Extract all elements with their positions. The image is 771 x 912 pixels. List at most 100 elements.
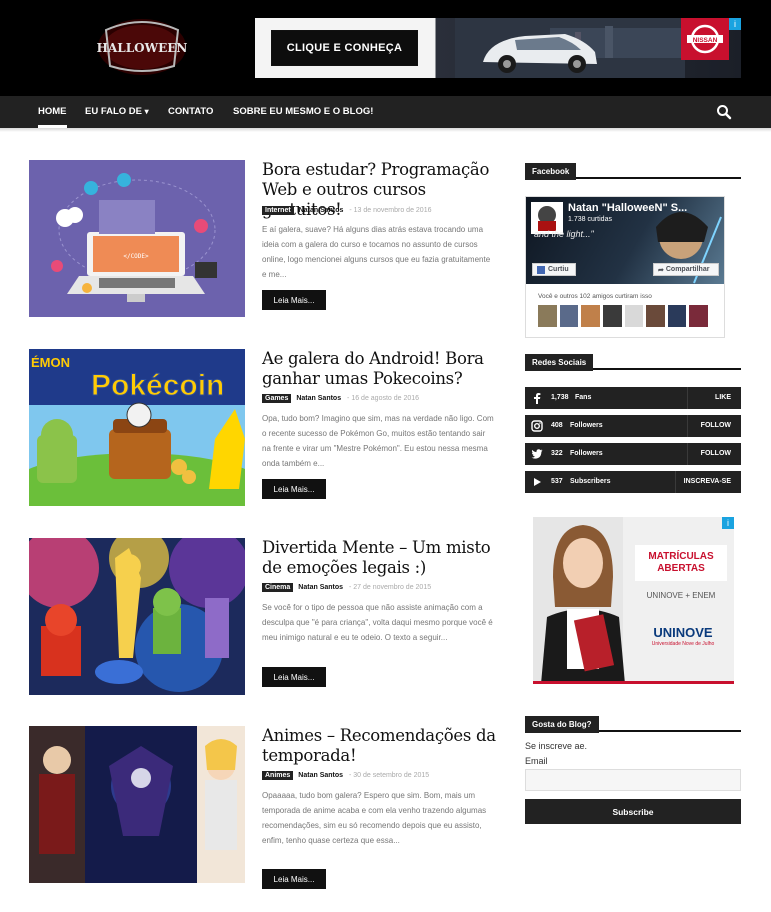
category-badge[interactable]: Internet <box>262 206 294 215</box>
nav-item-home[interactable]: HOME <box>38 96 67 128</box>
facebook-icon <box>537 265 545 274</box>
post-date: 30 de setembro de 2015 <box>353 772 430 779</box>
svg-text:ÉMON: ÉMON <box>31 355 70 370</box>
read-more-button[interactable]: Leia Mais... <box>262 869 326 889</box>
post-excerpt: E aí galera, suave? Há alguns dias atrás… <box>262 225 491 279</box>
post-item: </CODE> Bora estudar? Programação Web e … <box>29 160 494 320</box>
facebook-page-widget[interactable]: Natan "HalloweeN" S... 1.738 curtidas an… <box>525 196 725 338</box>
read-more-button[interactable]: Leia Mais... <box>262 667 326 687</box>
post-date: 27 de novembro de 2015 <box>353 584 432 591</box>
nissan-logo: NISSAN <box>681 18 729 60</box>
post-excerpt: Opa, tudo bom? Imagino que sim, mas na v… <box>262 414 494 468</box>
uninove-subtitle: Universidade Nove de Julho <box>651 641 715 647</box>
read-more-button[interactable]: Leia Mais... <box>262 479 326 499</box>
site-logo[interactable]: HALLOWEEN <box>96 16 188 78</box>
facebook-likes-count: 1.738 curtidas <box>568 216 612 223</box>
facebook-icon <box>531 392 543 404</box>
post-excerpt: Se você for o tipo de pessoa que não ass… <box>262 603 493 642</box>
svg-text:Pokécoin: Pokécoin <box>91 369 224 402</box>
category-badge[interactable]: Games <box>262 394 292 403</box>
facebook-page-name[interactable]: Natan "HalloweeN" S... <box>568 202 687 214</box>
facebook-cover: Natan "HalloweeN" S... 1.738 curtidas an… <box>526 197 724 284</box>
post-thumbnail[interactable]: ÉMON Pokécoin <box>29 349 245 506</box>
social-row-twitter[interactable]: 322 Followers FOLLOW <box>525 443 741 465</box>
ad-line: ABERTAS <box>657 563 705 574</box>
social-count: 322 <box>551 450 563 457</box>
header-ad-banner[interactable]: CLIQUE E CONHEÇA NISSAN i <box>255 18 741 78</box>
post-title[interactable]: Ae galera do Android! Bora ganhar umas P… <box>262 349 497 389</box>
widget-title-subscribe: Gosta do Blog? <box>525 714 741 733</box>
post-thumbnail[interactable] <box>29 726 245 883</box>
widget-title-social: Redes Sociais <box>525 352 741 371</box>
twitter-icon <box>531 448 543 460</box>
youtube-icon <box>531 476 543 488</box>
widget-title-label: Gosta do Blog? <box>525 716 599 733</box>
post-meta: Internet Natan Santos - 13 de novembro de… <box>262 206 432 215</box>
avatar[interactable] <box>667 305 687 327</box>
avatar[interactable] <box>646 305 665 327</box>
share-label: Compartilhar <box>665 266 710 273</box>
read-more-button[interactable]: Leia Mais... <box>262 290 326 310</box>
post-date: 16 de agosto de 2016 <box>351 395 420 402</box>
social-label: Subscribers <box>570 478 611 485</box>
social-action-button[interactable]: LIKE <box>687 387 741 409</box>
sidebar-ad-banner[interactable]: MATRÍCULAS ABERTAS UNINOVE + ENEM UNINOVE… <box>533 517 734 684</box>
like-label: Curtiu <box>548 266 569 273</box>
social-label: Followers <box>570 450 603 457</box>
post-item: Animes – Recomendações da temporada! Ani… <box>29 726 497 892</box>
nav-label: CONTATO <box>168 106 214 117</box>
post-author[interactable]: Natan Santos <box>298 772 343 779</box>
post-author[interactable]: Natan Santos <box>298 584 343 591</box>
ad-car-image <box>455 18 685 78</box>
social-count: 537 <box>551 478 563 485</box>
post-meta: Games Natan Santos - 16 de agosto de 2016 <box>262 394 420 403</box>
facebook-share-button[interactable]: ➦ Compartilhar <box>653 263 719 276</box>
share-icon: ➦ <box>658 266 664 274</box>
ad-info-icon[interactable]: i <box>729 18 741 30</box>
main-nav: HOME EU FALO DE ▾ CONTATO SOBRE EU MESMO… <box>0 96 771 128</box>
avatar[interactable] <box>581 305 600 327</box>
widget-title-label: Facebook <box>525 163 577 180</box>
chevron-down-icon: ▾ <box>144 107 149 116</box>
svg-text:</CODE>: </CODE> <box>123 253 149 260</box>
email-field[interactable] <box>525 769 741 791</box>
social-action-button[interactable]: FOLLOW <box>687 415 741 437</box>
avatar[interactable] <box>602 305 622 327</box>
post-title[interactable]: Animes – Recomendações da temporada! <box>262 726 497 766</box>
social-row-instagram[interactable]: 408 Followers FOLLOW <box>525 415 741 437</box>
nav-label: HOME <box>38 106 67 117</box>
category-badge[interactable]: Animes <box>262 771 294 780</box>
post-author[interactable]: Natan Santos <box>299 207 344 214</box>
uninove-logo: UNINOVE <box>653 625 713 640</box>
social-count: 1,738 <box>551 394 569 401</box>
facebook-like-button[interactable]: Curtiu <box>532 263 576 276</box>
nav-label: EU FALO DE <box>85 106 143 117</box>
post-title[interactable]: Divertida Mente – Um misto de emoções le… <box>262 538 497 578</box>
search-icon[interactable] <box>716 104 732 120</box>
post-thumbnail[interactable] <box>29 538 245 695</box>
avatar[interactable] <box>559 305 579 327</box>
social-action-button[interactable]: INSCREVA-SE <box>675 471 741 493</box>
post-author[interactable]: Natan Santos <box>296 395 341 402</box>
ad-subline: UNINOVE + ENEM <box>646 591 716 600</box>
post-thumbnail[interactable]: </CODE> <box>29 160 245 317</box>
category-badge[interactable]: Cinema <box>262 583 294 592</box>
social-row-youtube[interactable]: 537 Subscribers INSCREVA-SE <box>525 471 741 493</box>
post-excerpt: Opaaaaa, tudo bom galera? Espero que sim… <box>262 791 487 845</box>
ad-info-icon[interactable]: i <box>722 517 734 529</box>
subscribe-text: Se inscreve ae. <box>525 741 588 751</box>
avatar[interactable] <box>624 305 644 327</box>
ad-cta-button[interactable]: CLIQUE E CONHEÇA <box>271 30 418 66</box>
nav-item-sobre[interactable]: SOBRE EU MESMO E O BLOG! <box>233 96 373 128</box>
nav-item-contato[interactable]: CONTATO <box>168 96 213 128</box>
avatar[interactable] <box>689 305 708 327</box>
avatar[interactable] <box>538 305 557 327</box>
nav-item-eu-falo-de[interactable]: EU FALO DE ▾ <box>85 96 149 128</box>
facebook-tagline: and the light..." <box>534 229 594 239</box>
ad-line: MATRÍCULAS <box>648 551 714 562</box>
social-row-facebook[interactable]: 1,738 Fans LIKE <box>525 387 741 409</box>
subscribe-button[interactable]: Subscribe <box>525 799 741 824</box>
social-action-button[interactable]: FOLLOW <box>687 443 741 465</box>
facebook-friends-text: Você e outros 102 amigos curtiram isso <box>538 293 652 300</box>
post-date: 13 de novembro de 2016 <box>353 207 432 214</box>
